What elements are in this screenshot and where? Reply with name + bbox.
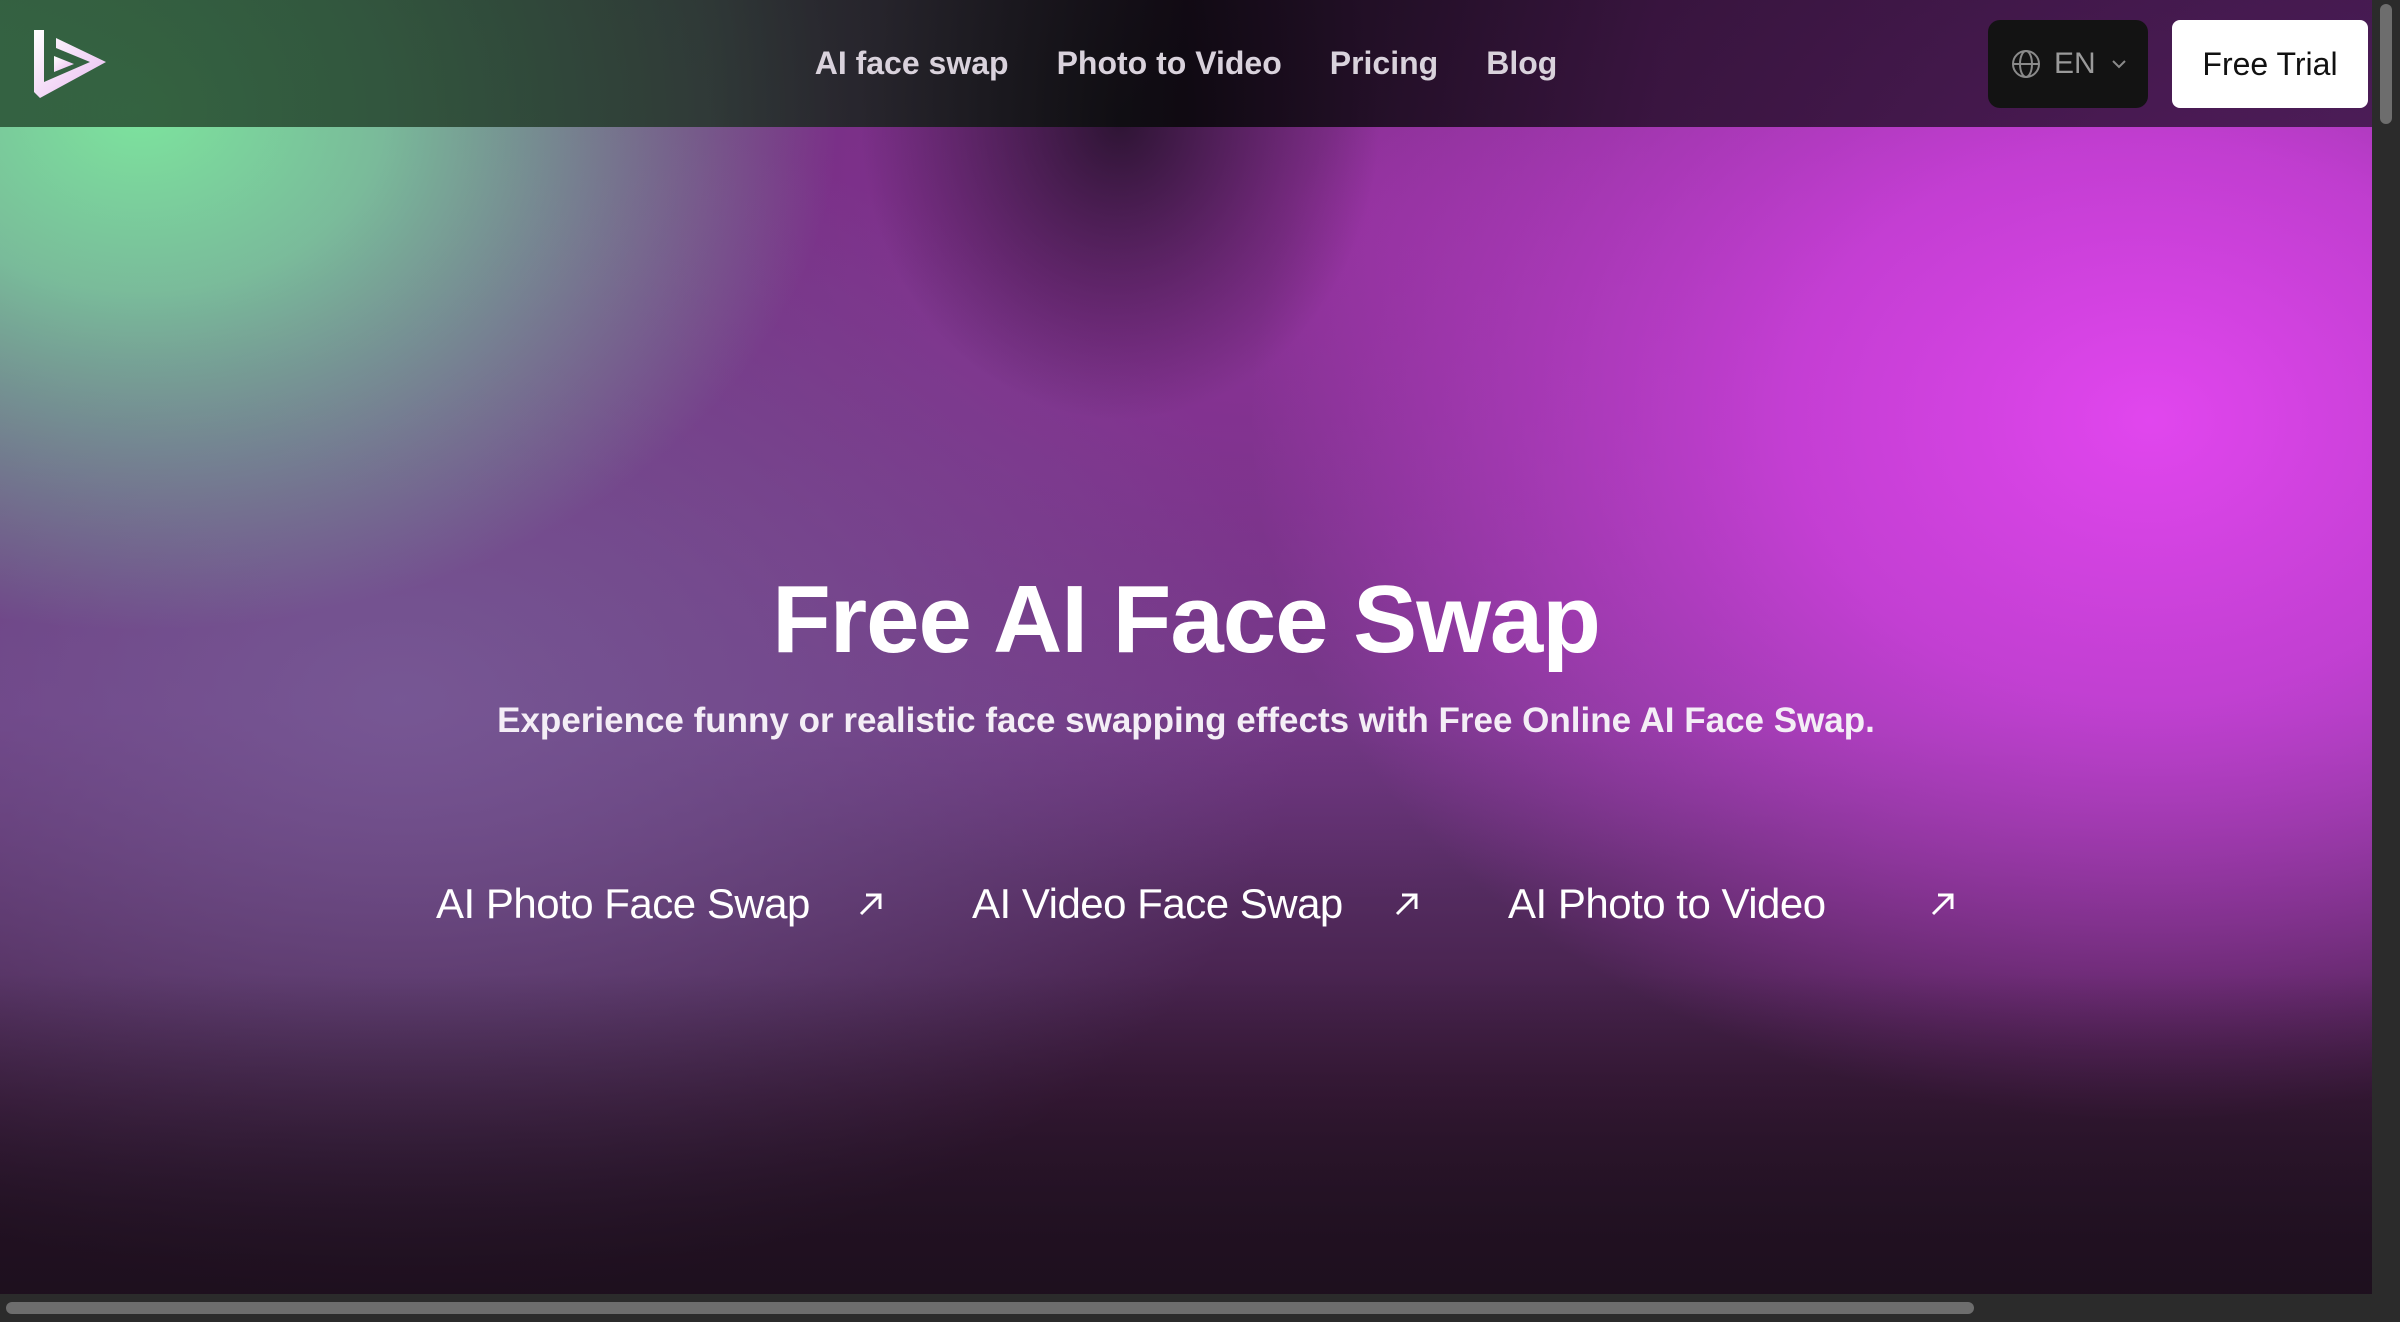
- hero-section: Free AI Face Swap Experience funny or re…: [0, 565, 2372, 741]
- globe-icon: [2012, 50, 2040, 78]
- language-selector[interactable]: EN: [1988, 20, 2148, 108]
- feature-link-label: AI Photo to Video: [1508, 880, 1826, 927]
- feature-link-ai-photo-face-swap[interactable]: AI Photo Face Swap: [436, 880, 972, 928]
- feature-link-ai-photo-to-video[interactable]: AI Photo to Video: [1508, 880, 2044, 928]
- hero-subtitle: Experience funny or realistic face swapp…: [497, 701, 1875, 740]
- feature-link-label: AI Video Face Swap: [972, 880, 1343, 927]
- horizontal-scrollbar-thumb[interactable]: [6, 1302, 1974, 1314]
- feature-link-ai-video-face-swap[interactable]: AI Video Face Swap: [972, 880, 1508, 928]
- feature-link-label: AI Photo Face Swap: [436, 880, 810, 927]
- logo-icon[interactable]: [30, 26, 108, 100]
- nav-link-pricing[interactable]: Pricing: [1330, 45, 1438, 82]
- nav-link-ai-face-swap[interactable]: AI face swap: [815, 45, 1009, 82]
- feature-links: AI Photo Face Swap AI Video Face Swap AI…: [436, 880, 2044, 928]
- nav-link-blog[interactable]: Blog: [1486, 45, 1557, 82]
- language-value: EN: [2054, 47, 2096, 80]
- horizontal-scrollbar[interactable]: [0, 1294, 2400, 1322]
- vertical-scrollbar-thumb[interactable]: [2380, 4, 2392, 124]
- top-navigation-bar: AI face swap Photo to Video Pricing Blog…: [0, 0, 2372, 127]
- page-viewport: AI face swap Photo to Video Pricing Blog…: [0, 0, 2372, 1294]
- free-trial-button[interactable]: Free Trial: [2172, 20, 2368, 108]
- arrow-up-right-icon: [859, 893, 882, 916]
- arrow-up-right-icon: [1931, 893, 1954, 916]
- chevron-down-icon: [2111, 60, 2126, 69]
- arrow-up-right-icon: [1395, 893, 1418, 916]
- nav-link-photo-to-video[interactable]: Photo to Video: [1057, 45, 1282, 82]
- vertical-scrollbar[interactable]: [2372, 0, 2400, 1294]
- hero-title: Free AI Face Swap: [772, 566, 1601, 673]
